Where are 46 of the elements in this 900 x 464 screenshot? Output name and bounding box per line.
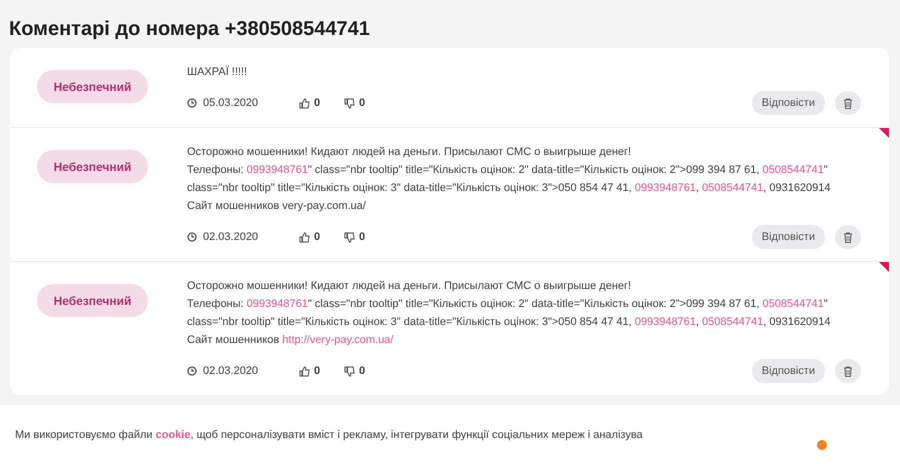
trash-icon	[843, 366, 853, 376]
delete-button[interactable]	[835, 91, 861, 115]
link[interactable]: 0993948761	[634, 316, 696, 328]
like-count: 0	[314, 231, 320, 243]
reply-button[interactable]: Відповісти	[752, 359, 825, 383]
comment-date: 02.03.2020	[203, 231, 258, 243]
cookie-link[interactable]: cookie	[156, 428, 190, 440]
thumbs-up-icon	[299, 98, 310, 108]
trash-icon	[843, 232, 853, 242]
link[interactable]: http://very-pay.com.ua/	[282, 334, 394, 346]
dislike-count: 0	[359, 97, 366, 109]
status-dot	[817, 440, 827, 450]
comment-text: ШАХРАЇ !!!!!	[187, 64, 248, 80]
dislike-count: 0	[359, 231, 366, 243]
reply-button[interactable]: Відповісти	[752, 225, 825, 249]
comment-date: 02.03.2020	[203, 365, 258, 377]
rating-badge: Небезпечний	[37, 150, 148, 183]
thumbs-up-icon	[299, 366, 310, 376]
rating-badge: Небезпечний	[37, 70, 148, 103]
link[interactable]: 0993948761	[246, 298, 308, 310]
thumbs-down-icon	[344, 366, 355, 376]
thumbs-up-icon	[299, 232, 310, 242]
like-count: 0	[314, 97, 320, 109]
clock-icon	[187, 98, 197, 108]
link[interactable]: 0508544741	[702, 182, 764, 194]
thumbs-down-icon	[344, 98, 355, 108]
trash-icon	[843, 98, 853, 108]
comment-date: 05.03.2020	[203, 97, 258, 109]
page-title: Коментарі до номера +380508544741	[8, 17, 371, 42]
delete-button[interactable]	[835, 225, 861, 249]
comment-text: Осторожно мошенники! Кидают людей на деньги. Присылают СМС о выигрыше денег! Телефоны: 0993948761" class="nbr tooltip" title="Кількість оцінок: 2" data-title="Кількість оцінок: 2">099 394 87 61, 0508544741" class="nbr tooltip" title="Кількість оцінок: 3" data-title="Кількість оцінок: 3">050 854 47 41, 0993948761, 0508544741, 0931620914 Сайт мошенников very-pay.com.ua/	[187, 145, 832, 214]
comment-text: Осторожно мошенники! Кидают людей на деньги. Присылают СМС о выигрыше денег! Телефоны: 0993948761" class="nbr tooltip" title="Кількість оцінок: 2" data-title="Кількість оцінок: 2">099 394 87 61, 0508544741" class="nbr tooltip" title="Кількість оцінок: 3" data-title="Кількість оцінок: 3">050 854 47 41, 0993948761, 0508544741, 0931620914 Сайт мошенников http://very-pay.com.ua/	[187, 279, 832, 348]
like-count: 0	[314, 365, 320, 377]
link[interactable]: 0508544741	[762, 298, 824, 310]
cookie-notice: Ми використовуємо файли cookie, щоб персоналізувати вміст і рекламу, інтегрувати функції соціальних мереж і аналізува	[15, 428, 643, 440]
link[interactable]: 0508544741	[762, 164, 824, 176]
clock-icon	[187, 366, 197, 376]
reply-button[interactable]: Відповісти	[752, 91, 825, 115]
delete-button[interactable]	[835, 359, 861, 383]
link[interactable]: 0993948761	[634, 182, 696, 194]
dislike-count: 0	[359, 365, 366, 377]
clock-icon	[187, 232, 197, 242]
link[interactable]: 0508544741	[702, 316, 764, 328]
link[interactable]: 0993948761	[246, 164, 308, 176]
thumbs-down-icon	[344, 232, 355, 242]
rating-badge: Небезпечний	[37, 284, 148, 317]
